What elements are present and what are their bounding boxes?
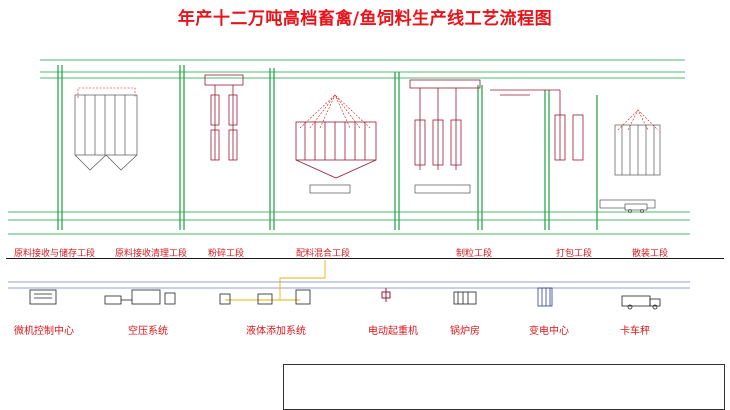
control-cabinet-icon: [29, 289, 57, 305]
storage-silos: [74, 94, 661, 176]
crane-icon: [381, 288, 391, 302]
process-equipment: [204, 74, 584, 179]
utility-lines: [8, 281, 690, 289]
air-compressor-icon: [104, 289, 176, 305]
boiler-icon: [453, 291, 477, 305]
equipment-label-boiler-room: 锅炉房: [450, 326, 480, 337]
section-separator: [6, 258, 724, 259]
equipment-label-control-center: 微机控制中心: [14, 326, 74, 337]
liquid-tank-icon: [219, 289, 311, 305]
equipment-label-substation: 变电中心: [529, 326, 569, 337]
diagram-title: 年产十二万吨高档畜禽/鱼饲料生产线工艺流程图: [177, 9, 553, 29]
equipment-label-air-compressor: 空压系统: [128, 326, 168, 337]
title-block: [283, 364, 725, 410]
substation-icon: [537, 287, 553, 307]
equipment-label-truck-scale: 卡车秤: [620, 326, 650, 337]
equipment-label-liquid-addition: 液体添加系统: [246, 326, 306, 337]
distribution-lines: [77, 87, 659, 131]
equipment-label-crane: 电动起重机: [368, 326, 418, 337]
process-flow-diagram: [8, 59, 723, 408]
truck-scale-icon: [621, 295, 661, 310]
building-frame: [8, 59, 690, 235]
